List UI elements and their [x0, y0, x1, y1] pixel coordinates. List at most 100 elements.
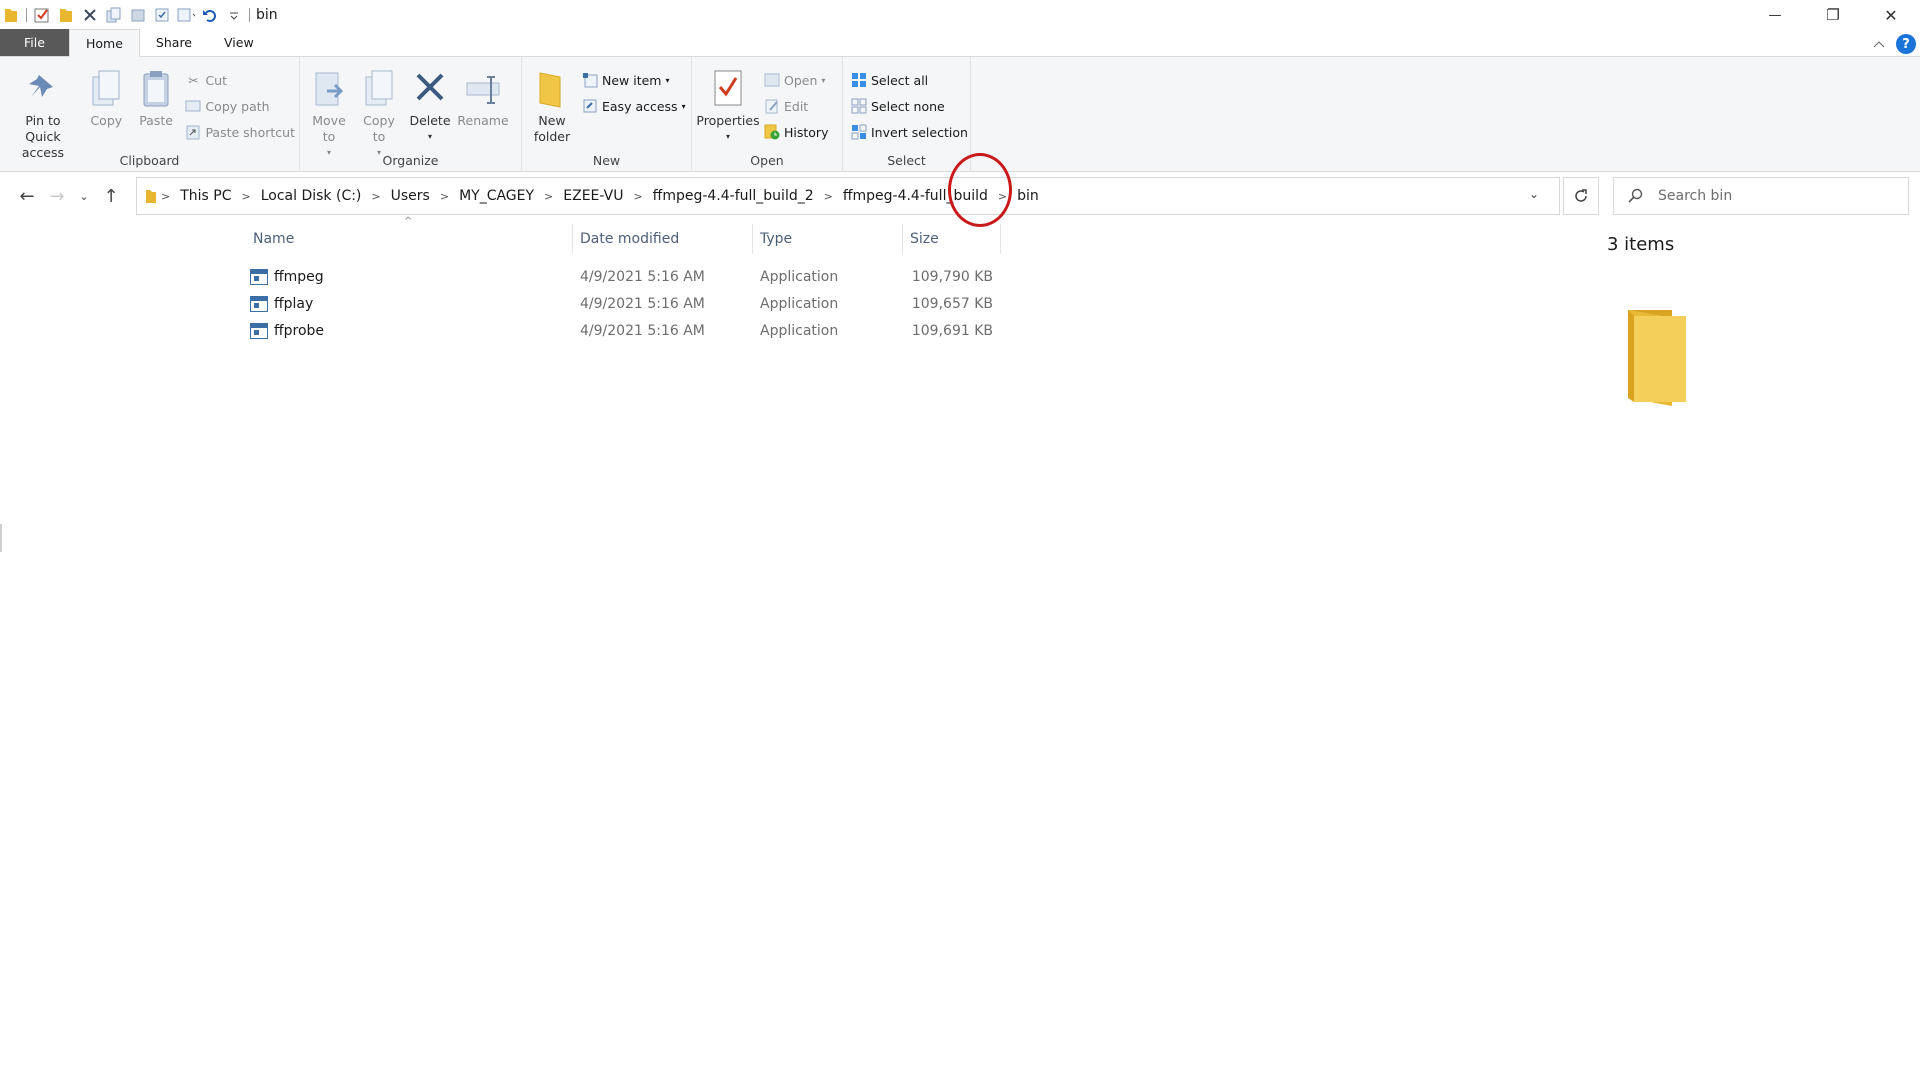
window-title: bin [256, 7, 278, 23]
invert-selection-icon [851, 124, 867, 140]
ribbon-tabs: File Home Share View ? [0, 29, 1920, 57]
select-all-icon [851, 72, 867, 88]
file-row-ffprobe[interactable]: ffprobe 4/9/2021 5:16 AM Application 109… [250, 317, 1000, 344]
back-button[interactable]: ← [12, 181, 42, 211]
cut-label: Cut [205, 72, 228, 88]
tab-share[interactable]: Share [140, 29, 208, 56]
address-history-dropdown-icon[interactable]: ⌄ [1529, 187, 1539, 201]
search-box[interactable]: Search bin [1613, 177, 1909, 215]
column-divider[interactable] [752, 224, 753, 254]
qat-dropdown-icon[interactable] [225, 6, 243, 24]
chevron-right-icon[interactable]: > [540, 190, 557, 203]
address-bar[interactable]: > This PC > Local Disk (C:) > Users > MY… [136, 177, 1560, 215]
rename-qat-icon[interactable] [129, 6, 147, 24]
column-header-name[interactable]: Name [253, 224, 294, 254]
select-all-button[interactable]: Select all [851, 69, 968, 91]
new-folder-qat-icon[interactable] [57, 6, 75, 24]
breadcrumb-local-disk[interactable]: Local Disk (C:) [255, 188, 368, 204]
invert-selection-button[interactable]: Invert selection [851, 121, 968, 143]
search-placeholder: Search bin [1658, 188, 1733, 204]
properties-qat-icon[interactable] [33, 6, 51, 24]
undo-icon[interactable] [201, 6, 219, 24]
chevron-right-icon[interactable]: > [629, 190, 646, 203]
column-divider[interactable] [1000, 224, 1001, 254]
recent-locations-button[interactable]: ⌄ [72, 181, 96, 211]
group-select: Select all Select none Invert selection … [843, 57, 971, 172]
open-button[interactable]: Open ▾ [764, 69, 828, 91]
breadcrumb-ezee-vu[interactable]: EZEE-VU [557, 188, 629, 204]
cut-button[interactable]: ✂ Cut [185, 69, 295, 91]
rename-icon [463, 67, 503, 111]
delete-qat-icon[interactable] [81, 6, 99, 24]
chevron-right-icon[interactable]: > [436, 190, 453, 203]
copy-qat-icon[interactable] [105, 6, 123, 24]
nav-buttons: ← → ⌄ ↑ [0, 181, 136, 211]
arrow-up-icon: ↑ [103, 185, 119, 207]
pin-icon [23, 67, 63, 111]
minimize-ribbon-icon[interactable] [1872, 39, 1886, 49]
edit-icon [764, 98, 780, 114]
history-button[interactable]: History [764, 121, 828, 143]
arrow-left-icon: ← [19, 185, 35, 207]
history-label: History [784, 124, 829, 140]
help-button[interactable]: ? [1896, 34, 1916, 54]
properties-qat-icon-2[interactable] [153, 6, 171, 24]
file-row-ffplay[interactable]: ffplay 4/9/2021 5:16 AM Application 109,… [250, 290, 1000, 317]
copy-icon [86, 67, 126, 111]
tab-file[interactable]: File [0, 29, 69, 56]
chevron-right-icon[interactable]: > [367, 190, 384, 203]
breadcrumb-users[interactable]: Users [385, 188, 436, 204]
group-label-clipboard: Clipboard [119, 153, 180, 168]
file-name: ffplay [274, 295, 314, 312]
tab-home[interactable]: Home [69, 29, 140, 57]
file-row-ffmpeg[interactable]: ffmpeg 4/9/2021 5:16 AM Application 109,… [250, 263, 1000, 290]
toolbar-separator [26, 8, 27, 22]
group-label-organize: Organize [382, 153, 439, 168]
file-size: 109,657 KB [911, 295, 993, 312]
group-label-select: Select [887, 153, 926, 168]
column-header-type[interactable]: Type [760, 224, 792, 254]
breadcrumb-bin[interactable]: bin [1011, 188, 1045, 204]
column-divider[interactable] [902, 224, 903, 254]
chevron-right-icon[interactable]: > [238, 190, 255, 203]
delete-label: Delete [409, 113, 451, 128]
breadcrumb-my-cagey[interactable]: MY_CAGEY [453, 188, 540, 204]
chevron-right-icon[interactable]: > [820, 190, 837, 203]
group-organize: Move to ▾ Copy to ▾ Delete ▾ Rename Orga… [300, 57, 522, 172]
ribbon: Pin to Quick access Copy Paste ✂ Cut Cop… [0, 57, 1920, 172]
new-item-button[interactable]: New item ▾ [582, 69, 686, 91]
refresh-button[interactable] [1563, 177, 1599, 215]
column-header-date[interactable]: Date modified [580, 224, 679, 254]
tab-view[interactable]: View [208, 29, 270, 56]
breadcrumb-ffmpeg-build-2[interactable]: ffmpeg-4.4-full_build_2 [647, 188, 820, 204]
copy-path-button[interactable]: Copy path [185, 95, 295, 117]
new-item-dropdown-icon: ▾ [665, 75, 670, 85]
paste-shortcut-label: Paste shortcut [205, 124, 295, 140]
column-header-size[interactable]: Size [910, 224, 939, 254]
minimize-button[interactable]: — [1746, 0, 1804, 30]
column-divider[interactable] [572, 224, 573, 254]
select-none-button[interactable]: Select none [851, 95, 968, 117]
open-dropdown-icon: ▾ [821, 75, 826, 85]
copy-path-icon [185, 98, 201, 114]
breadcrumb-this-pc[interactable]: This PC [174, 188, 237, 204]
paste-shortcut-icon [185, 124, 201, 140]
up-button[interactable]: ↑ [96, 181, 126, 211]
customize-qat-icon[interactable] [177, 6, 195, 24]
file-size: 109,691 KB [911, 322, 993, 339]
paste-shortcut-button[interactable]: Paste shortcut [185, 121, 295, 143]
folder-icon [2, 6, 20, 24]
edit-button[interactable]: Edit [764, 95, 828, 117]
file-name: ffprobe [274, 322, 325, 339]
easy-access-button[interactable]: Easy access ▾ [582, 95, 686, 117]
group-clipboard: Pin to Quick access Copy Paste ✂ Cut Cop… [0, 57, 300, 172]
chevron-right-icon[interactable]: > [157, 190, 174, 203]
invert-selection-label: Invert selection [871, 124, 968, 140]
close-button[interactable]: ✕ [1862, 0, 1920, 30]
easy-access-dropdown-icon: ▾ [681, 101, 686, 111]
forward-button[interactable]: → [42, 181, 72, 211]
restore-button[interactable]: ❐ [1804, 0, 1862, 30]
select-none-icon [851, 98, 867, 114]
file-type: Application [760, 322, 839, 339]
folder-preview-icon [1620, 306, 1700, 414]
